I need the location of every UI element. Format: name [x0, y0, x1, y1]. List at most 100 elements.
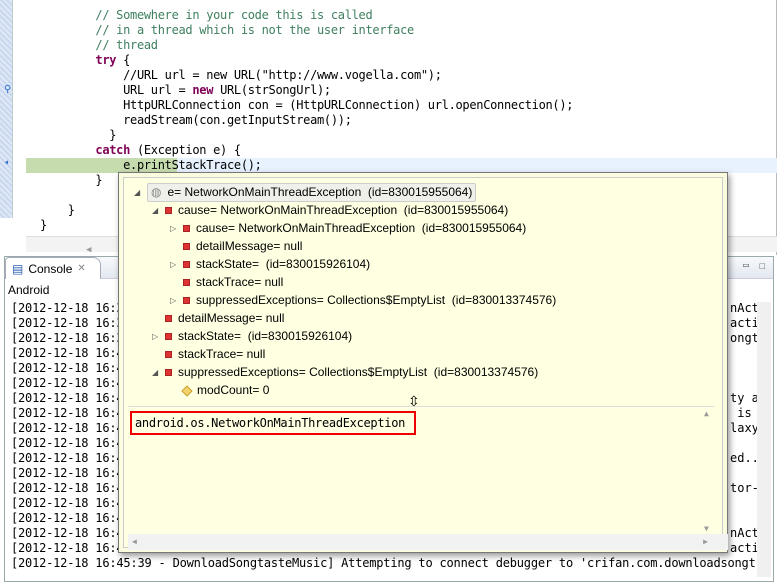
console-line-tail: tor- [730, 481, 759, 495]
collapse-toggle-icon[interactable]: ◢ [152, 364, 160, 381]
console-line-tail: acti [730, 541, 759, 555]
console-line-tail: is [730, 406, 752, 420]
console-line-tail: ty a [730, 391, 759, 405]
expand-toggle-icon[interactable]: ▷ [152, 328, 160, 345]
tree-node-label: suppressedExceptions= Collections$EmptyL… [178, 365, 539, 379]
tree-node[interactable]: ▷ suppressedExceptions= Collections$Empty… [170, 292, 556, 309]
code-line: // Somewhere in your code this is called [40, 8, 372, 23]
console-title: Android [8, 283, 50, 297]
tree-node[interactable]: ▷ stackState= (id=830015926104) [152, 328, 352, 345]
console-line: [2012-12-18 16:4 [11, 346, 124, 360]
code-line: // in a thread which is not the user int… [40, 23, 414, 38]
tree-node[interactable]: detailMessage= null [152, 310, 284, 327]
code-line: } [40, 128, 116, 143]
code-token: } [95, 173, 103, 187]
console-line: [2012-12-18 16:4 [11, 541, 124, 555]
code-line: } [40, 218, 47, 233]
tree-node-label: stackTrace= null [178, 347, 266, 361]
code-token: // in a thread which is not the user int… [95, 23, 414, 37]
maximize-icon[interactable]: ☐ [759, 259, 766, 272]
field-icon [183, 297, 190, 304]
instruction-pointer-icon: ➧ [4, 158, 11, 169]
close-icon[interactable]: ✕ [77, 263, 85, 274]
gutter-divider [12, 0, 13, 218]
console-line: [2012-12-18 16:45:39 - DownloadSongtaste… [11, 556, 756, 570]
minimize-icon[interactable]: ▭ [743, 260, 749, 271]
collapse-toggle-icon[interactable]: ◢ [152, 202, 160, 219]
field-icon [183, 225, 190, 232]
code-token: URL(strSongUrl); [213, 83, 331, 97]
console-line: [2012-12-18 16:4 [11, 526, 124, 540]
console-line: [2012-12-18 16:4 [11, 376, 124, 390]
code-line: e.printStackTrace(); [40, 158, 262, 173]
console-line-tail: ongt [730, 331, 759, 345]
ruler-gutter [0, 0, 12, 218]
tree-node[interactable]: ▷ cause= NetworkOnMainThreadException (id… [170, 220, 526, 237]
tree-node[interactable]: stackTrace= null [152, 346, 265, 363]
console-line: [2012-12-18 16:4 [11, 421, 124, 435]
tree-node-label: modCount= 0 [197, 383, 270, 397]
tab-console[interactable]: ▤ Console ✕ [5, 257, 101, 279]
console-line: [2012-12-18 16:4 [11, 391, 124, 405]
code-line: } [40, 203, 75, 218]
console-line-tail: nAct [730, 301, 759, 315]
field-icon [165, 369, 172, 376]
code-token: URL url = [123, 83, 193, 97]
protected-field-icon [181, 384, 193, 397]
code-token: //URL url = new URL("http://www.vogella.… [123, 68, 442, 82]
console-line: [2012-12-18 16:4 [11, 496, 124, 510]
local-variable-icon: ◍ [151, 185, 162, 199]
console-vertical-scrollbar[interactable] [757, 302, 771, 577]
console-line-tail: ed.. [730, 451, 759, 465]
console-line: [2012-12-18 16:4 [11, 511, 124, 525]
code-token: } [67, 203, 75, 217]
tree-node[interactable]: ◢ ◍ e= NetworkOnMainThreadException (id=83… [134, 183, 477, 202]
code-token: catch [95, 143, 131, 157]
tree-node-label: cause= NetworkOnMainThreadException (id=… [196, 221, 527, 235]
console-line: [2012-12-18 16:4 [11, 466, 124, 480]
expand-toggle-icon[interactable]: ▷ [170, 292, 178, 309]
code-token: try [95, 53, 117, 67]
tree-node[interactable]: ▷ stackState= (id=830015926104) [170, 256, 370, 273]
console-line: [2012-12-18 16:3 [11, 301, 124, 315]
console-icon: ▤ [12, 261, 24, 276]
code-line: //URL url = new URL("http://www.vogella.… [40, 68, 442, 83]
code-line: try { [40, 53, 130, 68]
tree-node-label: stackTrace= null [196, 275, 284, 289]
code-line: HttpURLConnection con = (HttpURLConnecti… [40, 98, 573, 113]
field-icon [183, 279, 190, 286]
tree-node[interactable]: ◢ suppressedExceptions= Collections$Empty… [152, 364, 538, 381]
console-line-tail: laxy [730, 421, 759, 435]
code-token: readStream(con.getInputStream()); [123, 113, 352, 127]
code-token: e.printStackTrace(); [123, 158, 262, 172]
collapse-toggle-icon[interactable]: ◢ [134, 184, 142, 201]
detail-pane[interactable]: android.os.NetworkOnMainThreadException … [128, 406, 714, 534]
tree-node-label: cause= NetworkOnMainThreadException (id=… [178, 203, 509, 217]
tree-node[interactable]: modCount= 0 [170, 382, 269, 399]
field-icon [165, 315, 172, 322]
tree-node-label: e= NetworkOnMainThreadException (id=8300… [167, 185, 473, 199]
console-line: [2012-12-18 16:4 [11, 361, 124, 375]
tree-node[interactable]: ◢ cause= NetworkOnMainThreadException (id… [152, 202, 508, 219]
watchpoint-icon[interactable]: ⚲ [4, 84, 11, 95]
field-icon [183, 243, 190, 250]
expand-toggle-icon[interactable]: ▷ [170, 256, 178, 273]
code-line: } [40, 173, 102, 188]
tree-node-label: stackState= (id=830015926104) [196, 257, 371, 271]
code-token: // thread [95, 38, 158, 52]
variable-inspect-popup: ◢ ◍ e= NetworkOnMainThreadException (id=83… [118, 172, 728, 553]
code-token: new [192, 83, 214, 97]
console-line: [2012-12-18 16:4 [11, 436, 124, 450]
expand-toggle-icon[interactable]: ▷ [170, 220, 178, 237]
tree-node-label: detailMessage= null [178, 311, 285, 325]
tree-node[interactable]: stackTrace= null [170, 274, 283, 291]
field-icon [165, 207, 172, 214]
detail-text[interactable]: android.os.NetworkOnMainThreadException [130, 411, 416, 435]
code-token: (Exception e) { [130, 143, 241, 157]
console-line-tail: nAct [730, 526, 759, 540]
code-line: // thread [40, 38, 158, 53]
detail-vertical-scrollbar[interactable]: ▲ ▼ [700, 407, 716, 535]
detail-horizontal-scrollbar[interactable]: ◀ ▶ [128, 534, 728, 550]
code-token: { [116, 53, 131, 67]
tree-node[interactable]: detailMessage= null [170, 238, 302, 255]
